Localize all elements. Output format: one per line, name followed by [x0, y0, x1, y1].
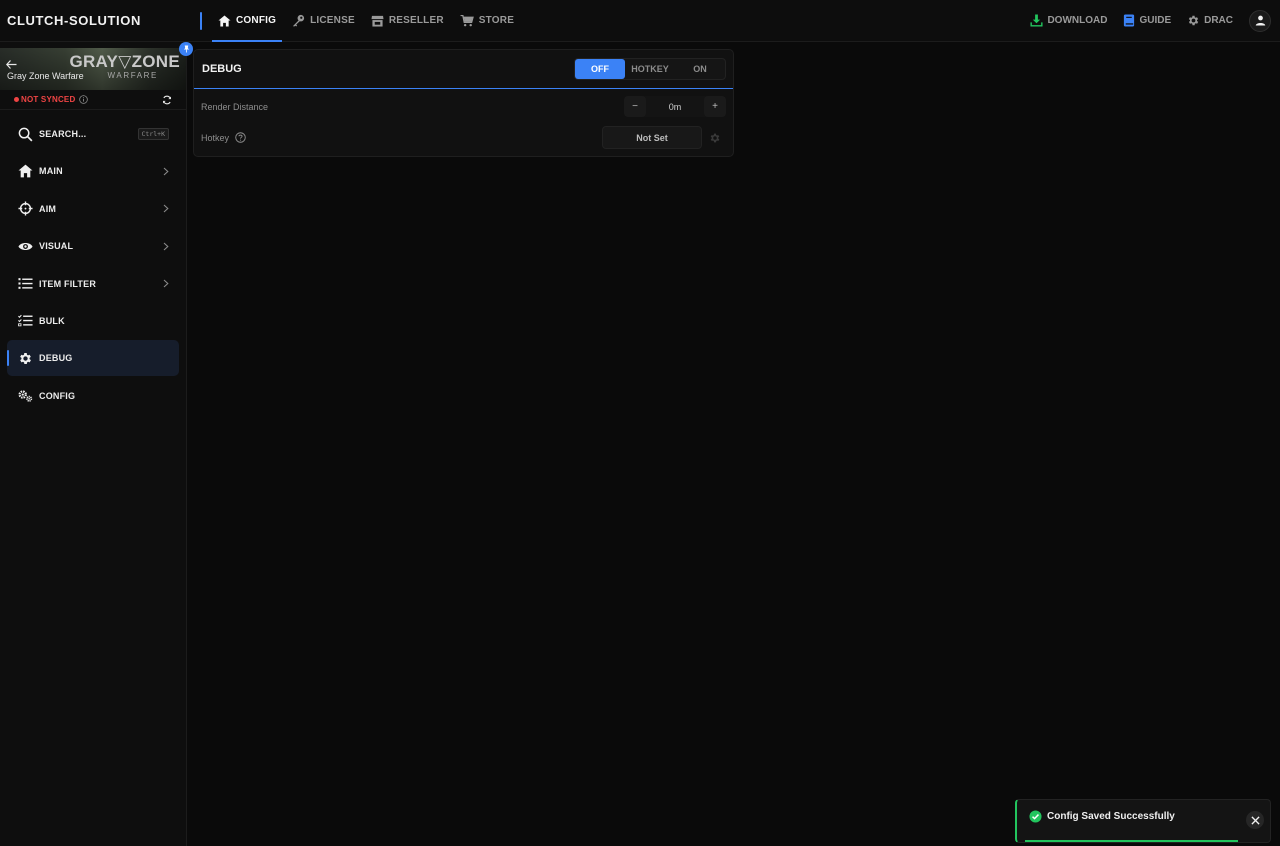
chevron-right-icon: [163, 167, 169, 176]
back-arrow-icon[interactable]: [6, 60, 17, 69]
eye-icon: [17, 238, 33, 254]
gear-icon: [17, 350, 33, 366]
toast-close-button[interactable]: [1246, 811, 1264, 829]
brand-separator: [200, 11, 202, 30]
sidebar-item-label: BULK: [39, 315, 65, 326]
toast-progress-bar: [1025, 840, 1238, 842]
top-right-actions: DOWNLOAD GUIDE DRAC: [1030, 9, 1280, 32]
brand-logo: CLUTCH-SOLUTION: [7, 13, 141, 28]
download-label: DOWNLOAD: [1047, 15, 1108, 26]
sidebar-item-label: DEBUG: [39, 353, 73, 364]
render-distance-value[interactable]: 0m: [646, 102, 704, 112]
debug-mode-switch: OFF HOTKEY ON: [574, 58, 726, 80]
tab-license[interactable]: LICENSE: [284, 0, 363, 42]
sidebar-item-search[interactable]: SEARCH... Ctrl+K: [7, 116, 179, 152]
close-icon: [1250, 815, 1260, 825]
gears-icon: [17, 388, 33, 404]
sidebar-item-label: CONFIG: [39, 390, 76, 401]
hotkey-row: Hotkey Not Set: [194, 122, 733, 153]
check-circle-icon: [1029, 810, 1042, 823]
sidebar-item-label: MAIN: [39, 166, 63, 177]
chevron-right-icon: [163, 279, 169, 288]
key-icon: [293, 14, 305, 27]
decrement-button[interactable]: −: [624, 96, 646, 117]
gear-icon: [710, 133, 720, 142]
tab-reseller-label: RESELLER: [388, 15, 444, 26]
download-link[interactable]: DOWNLOAD: [1030, 14, 1107, 27]
game-banner[interactable]: Gray Zone Warfare GRAY▽ZONE WARFARE: [0, 48, 186, 90]
sidebar-item-config[interactable]: CONFIG: [7, 378, 179, 414]
sidebar-item-visual[interactable]: VISUAL: [7, 228, 179, 264]
sidebar-item-main[interactable]: MAIN: [7, 153, 179, 189]
help-icon[interactable]: [235, 132, 246, 143]
cart-icon: [460, 14, 474, 26]
home-icon: [17, 163, 33, 179]
sidebar-nav: SEARCH... Ctrl+K MAIN AIM VISUAL ITEM FI…: [0, 110, 186, 421]
sidebar-item-label: AIM: [39, 203, 57, 214]
crosshair-icon: [17, 201, 33, 217]
pin-icon: [183, 45, 189, 53]
game-logo-subtitle: WARFARE: [107, 71, 158, 80]
sidebar-item-aim[interactable]: AIM: [7, 191, 179, 227]
tab-license-label: LICENSE: [310, 15, 355, 26]
debug-card-title: DEBUG: [202, 63, 242, 75]
sync-status-dot: [14, 97, 19, 102]
hotkey-settings-button[interactable]: [704, 132, 726, 144]
sidebar: Gray Zone Warfare GRAY▽ZONE WARFARE NOT …: [0, 42, 187, 846]
avatar[interactable]: [1249, 9, 1271, 32]
refresh-icon[interactable]: [162, 95, 172, 105]
sidebar-item-label: ITEM FILTER: [39, 278, 97, 289]
hotkey-label: Hotkey: [201, 132, 230, 143]
search-icon: [17, 126, 33, 142]
toast-notification: Config Saved Successfully: [1015, 799, 1271, 843]
info-icon[interactable]: [79, 95, 89, 104]
increment-button[interactable]: +: [704, 96, 726, 117]
chevron-right-icon: [163, 242, 169, 251]
game-name: Gray Zone Warfare: [7, 71, 84, 81]
hotkey-assign-button[interactable]: Not Set: [602, 126, 702, 149]
guide-link[interactable]: GUIDE: [1123, 14, 1171, 27]
toast-message: Config Saved Successfully: [1047, 811, 1175, 822]
home-icon: [218, 14, 231, 27]
mode-off-option[interactable]: OFF: [575, 59, 625, 79]
mode-on-option[interactable]: ON: [675, 59, 725, 79]
sidebar-item-bulk[interactable]: BULK: [7, 303, 179, 339]
top-nav: CONFIG LICENSE RESELLER STORE: [210, 0, 522, 42]
debug-card: DEBUG OFF HOTKEY ON Render Distance − 0m…: [193, 49, 734, 157]
render-distance-row: Render Distance − 0m +: [194, 91, 733, 122]
search-shortcut-badge: Ctrl+K: [137, 128, 169, 140]
list-icon: [17, 276, 33, 292]
tab-config-label: CONFIG: [236, 15, 277, 26]
sidebar-item-label: SEARCH...: [39, 129, 87, 139]
tab-reseller[interactable]: RESELLER: [363, 0, 452, 42]
user-name: DRAC: [1204, 15, 1233, 26]
sync-status-text: NOT SYNCED: [21, 95, 76, 104]
sidebar-item-item-filter[interactable]: ITEM FILTER: [7, 266, 179, 302]
store-icon: [371, 15, 384, 27]
sync-status-row: NOT SYNCED: [0, 90, 186, 110]
guide-label: GUIDE: [1139, 15, 1172, 26]
debug-card-header: DEBUG OFF HOTKEY ON: [194, 50, 733, 89]
chevron-right-icon: [163, 204, 169, 213]
sidebar-item-label: VISUAL: [39, 241, 74, 252]
pin-button[interactable]: [179, 42, 193, 56]
user-settings-link[interactable]: DRAC: [1187, 14, 1233, 27]
mode-hotkey-option[interactable]: HOTKEY: [625, 59, 675, 79]
checklist-icon: [17, 313, 33, 329]
tab-store-label: STORE: [478, 15, 515, 26]
tab-config[interactable]: CONFIG: [210, 0, 284, 42]
book-icon: [1124, 14, 1135, 27]
render-distance-label: Render Distance: [201, 101, 269, 112]
top-bar: CLUTCH-SOLUTION CONFIG LICENSE RESELLER …: [0, 0, 1280, 42]
tab-store[interactable]: STORE: [452, 0, 522, 42]
render-distance-stepper: − 0m +: [624, 96, 726, 117]
sidebar-item-debug[interactable]: DEBUG: [7, 340, 179, 377]
gear-icon: [1188, 15, 1199, 26]
user-icon: [1255, 15, 1265, 26]
game-logo-title: GRAY▽ZONE: [69, 52, 180, 71]
download-icon: [1030, 14, 1043, 27]
